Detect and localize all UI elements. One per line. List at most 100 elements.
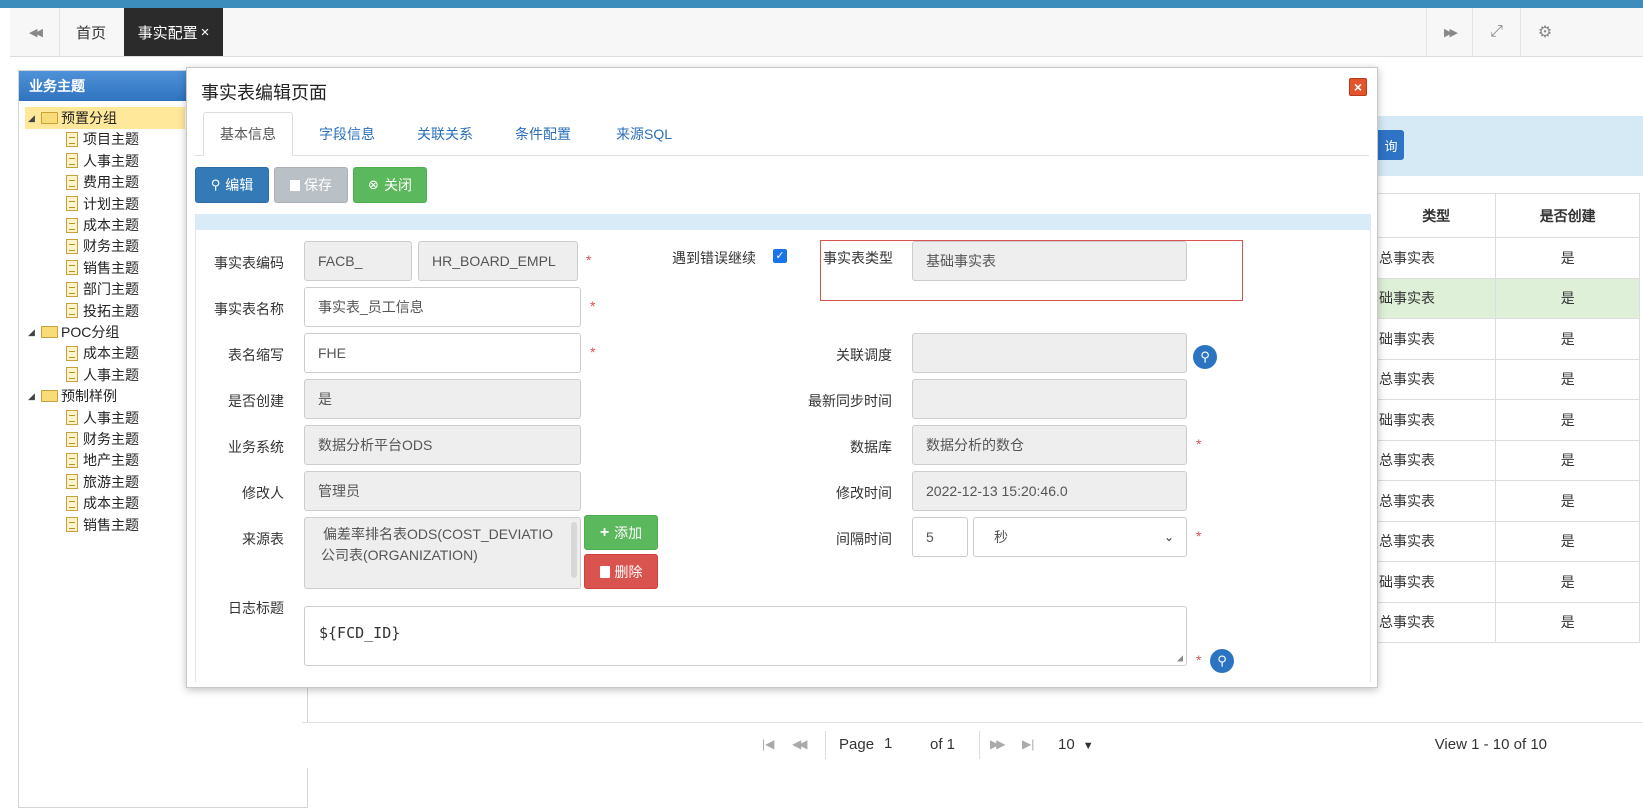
tab-bar: ◀◀ 首页 事实配置 × ▶▶ ⤢ ⚙ <box>10 8 1643 57</box>
tree-group[interactable]: ◢ POC分组 <box>28 321 119 343</box>
tree-item[interactable]: 部门主题 <box>66 278 139 300</box>
tree-item[interactable]: 销售主题 <box>66 257 139 279</box>
tree-group[interactable]: ◢ 预制样例 <box>28 385 117 407</box>
continue-on-error-checkbox[interactable]: ✓ <box>773 249 787 263</box>
close-icon[interactable]: × <box>201 24 210 41</box>
cell-created: 是 <box>1495 439 1640 481</box>
document-icon <box>66 431 78 447</box>
search-icon[interactable]: ⚲ <box>1210 649 1234 673</box>
tree-item[interactable]: 财务主题 <box>66 235 139 257</box>
tab-basic-info[interactable]: 基本信息 <box>203 112 293 156</box>
tree-item-label: 投拓主题 <box>83 302 139 319</box>
interval-field[interactable]: 5 <box>912 517 968 557</box>
tree-item[interactable]: 销售主题 <box>66 514 139 536</box>
resize-handle-icon[interactable]: ◢ <box>1177 653 1183 664</box>
code-field[interactable]: HR_BOARD_EMPL <box>418 241 578 281</box>
cell-created: 是 <box>1495 561 1640 603</box>
source-table-list[interactable]: 偏差率排名表ODS(COST_DEVIATIO 公司表(ORGANIZATION… <box>304 517 581 589</box>
fullscreen-icon[interactable]: ⤢ <box>1473 8 1521 56</box>
interval-unit-select[interactable]: 秒 ⌄ <box>973 517 1187 557</box>
code-prefix-field: FACB_ <box>304 241 412 281</box>
table-row[interactable]: 总事实表是 <box>1375 601 1640 643</box>
log-title-textarea[interactable]: ${FCD_ID} ◢ <box>304 606 1187 666</box>
search-icon[interactable]: ⚲ <box>1193 345 1217 369</box>
database-label: 数据库 <box>850 439 892 455</box>
close-button[interactable]: ⊗ 关闭 <box>353 167 427 203</box>
tree-item[interactable]: 地产主题 <box>66 449 139 471</box>
name-field[interactable]: 事实表_员工信息 <box>304 287 581 327</box>
table-row[interactable]: 总事实表是 <box>1375 480 1640 522</box>
system-label: 业务系统 <box>228 439 284 455</box>
table-row[interactable]: 总事实表是 <box>1375 520 1640 562</box>
source-table-item[interactable]: 公司表(ORGANIZATION) <box>321 545 572 566</box>
tree-item[interactable]: 人事主题 <box>66 364 139 386</box>
cell-type: 总事实表 <box>1375 439 1497 481</box>
page-size-select[interactable]: 10 ▼ <box>1054 731 1106 759</box>
abbr-field[interactable]: FHE <box>304 333 581 373</box>
schedule-field[interactable] <box>912 333 1187 373</box>
tree-item[interactable]: 成本主题 <box>66 214 139 236</box>
query-button[interactable]: 询 <box>1378 130 1404 160</box>
chevron-down-icon: ▼ <box>1082 740 1094 752</box>
scroll-right-icon[interactable]: ▶▶ <box>1426 8 1473 56</box>
col-created[interactable]: 是否创建 <box>1495 193 1640 238</box>
save-button[interactable]: 保存 <box>274 167 348 203</box>
edit-button[interactable]: ⚲ 编辑 <box>195 167 269 203</box>
tab-home[interactable]: 首页 <box>60 8 122 56</box>
expand-arrow-icon[interactable]: ◢ <box>28 327 38 338</box>
tree-item-label: 部门主题 <box>83 281 139 298</box>
tree-item[interactable]: 成本主题 <box>66 342 139 364</box>
tree-item[interactable]: 费用主题 <box>66 171 139 193</box>
delete-source-button[interactable]: 删除 <box>584 554 658 589</box>
close-circle-icon: ⊗ <box>368 177 379 192</box>
tab-fact-config[interactable]: 事实配置 × <box>124 8 223 56</box>
tab-source-sql[interactable]: 来源SQL <box>599 112 689 156</box>
last-page-icon[interactable]: ▶| <box>1022 737 1034 751</box>
table-row[interactable]: 础事实表是 <box>1375 318 1640 360</box>
tab-relations[interactable]: 关联关系 <box>403 112 487 156</box>
cell-created: 是 <box>1495 318 1640 360</box>
form-header-strip <box>195 214 1371 230</box>
tab-conditions[interactable]: 条件配置 <box>501 112 585 156</box>
table-row[interactable]: 础事实表是 <box>1375 561 1640 603</box>
cell-type: 总事实表 <box>1375 480 1497 522</box>
tree-item[interactable]: 项目主题 <box>66 128 139 150</box>
tree-item[interactable]: 人事主题 <box>66 407 139 429</box>
sync-time-field <box>912 379 1187 419</box>
tree-group-label: 预制样例 <box>61 388 117 405</box>
tree-item[interactable]: 人事主题 <box>66 150 139 172</box>
table-row[interactable]: 总事实表是 <box>1375 439 1640 481</box>
tree-item[interactable]: 成本主题 <box>66 492 139 514</box>
tree-item[interactable]: 投拓主题 <box>66 300 139 322</box>
save-icon <box>290 179 300 191</box>
document-icon <box>66 474 78 490</box>
table-row[interactable]: 总事实表是 <box>1375 358 1640 400</box>
source-table-item[interactable]: 偏差率排名表ODS(COST_DEVIATIO <box>323 524 572 545</box>
add-source-button[interactable]: + 添加 <box>584 515 658 550</box>
basic-info-form: 事实表编码 FACB_ HR_BOARD_EMPL * 遇到错误继续 ✓ 事实表… <box>195 230 1371 682</box>
tree-group[interactable]: ◢ 预置分组 <box>25 107 185 129</box>
next-page-icon[interactable]: ▶▶ <box>990 737 1006 751</box>
tree-item[interactable]: 财务主题 <box>66 428 139 450</box>
gear-icon[interactable]: ⚙ <box>1521 8 1569 56</box>
close-icon[interactable]: × <box>1349 78 1367 96</box>
tree-item[interactable]: 旅游主题 <box>66 471 139 493</box>
table-row[interactable]: 总事实表是 <box>1375 237 1640 279</box>
scroll-left-icon[interactable]: ◀◀ <box>10 8 60 56</box>
expand-arrow-icon[interactable]: ◢ <box>28 113 38 124</box>
required-mark: * <box>590 344 596 360</box>
document-icon <box>66 281 78 297</box>
table-row[interactable]: 础事实表是 <box>1375 277 1640 319</box>
prev-page-icon[interactable]: ◀◀ <box>792 737 808 751</box>
pager: |◀ ◀◀ Page 1 of 1 ▶▶ ▶| 10 ▼ View 1 - 10 … <box>302 722 1643 768</box>
page-input[interactable]: 1 <box>880 732 924 758</box>
tree-item[interactable]: 计划主题 <box>66 193 139 215</box>
tab-field-info[interactable]: 字段信息 <box>305 112 389 156</box>
list-scrollbar[interactable] <box>571 522 577 578</box>
tree-item-label: 人事主题 <box>83 366 139 383</box>
col-type[interactable]: 类型 <box>1375 193 1497 238</box>
expand-arrow-icon[interactable]: ◢ <box>28 391 38 402</box>
first-page-icon[interactable]: |◀ <box>762 737 774 751</box>
table-row[interactable]: 础事实表是 <box>1375 399 1640 441</box>
tree-item-label: 销售主题 <box>83 516 139 533</box>
